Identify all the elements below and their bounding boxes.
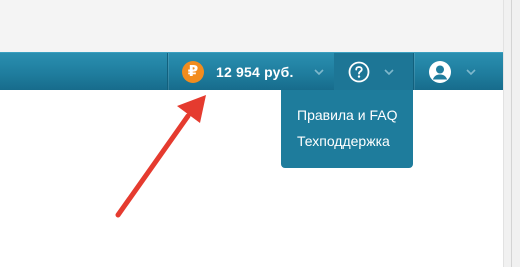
scrollbar-divider — [511, 0, 512, 267]
annotation-arrow — [115, 95, 206, 218]
